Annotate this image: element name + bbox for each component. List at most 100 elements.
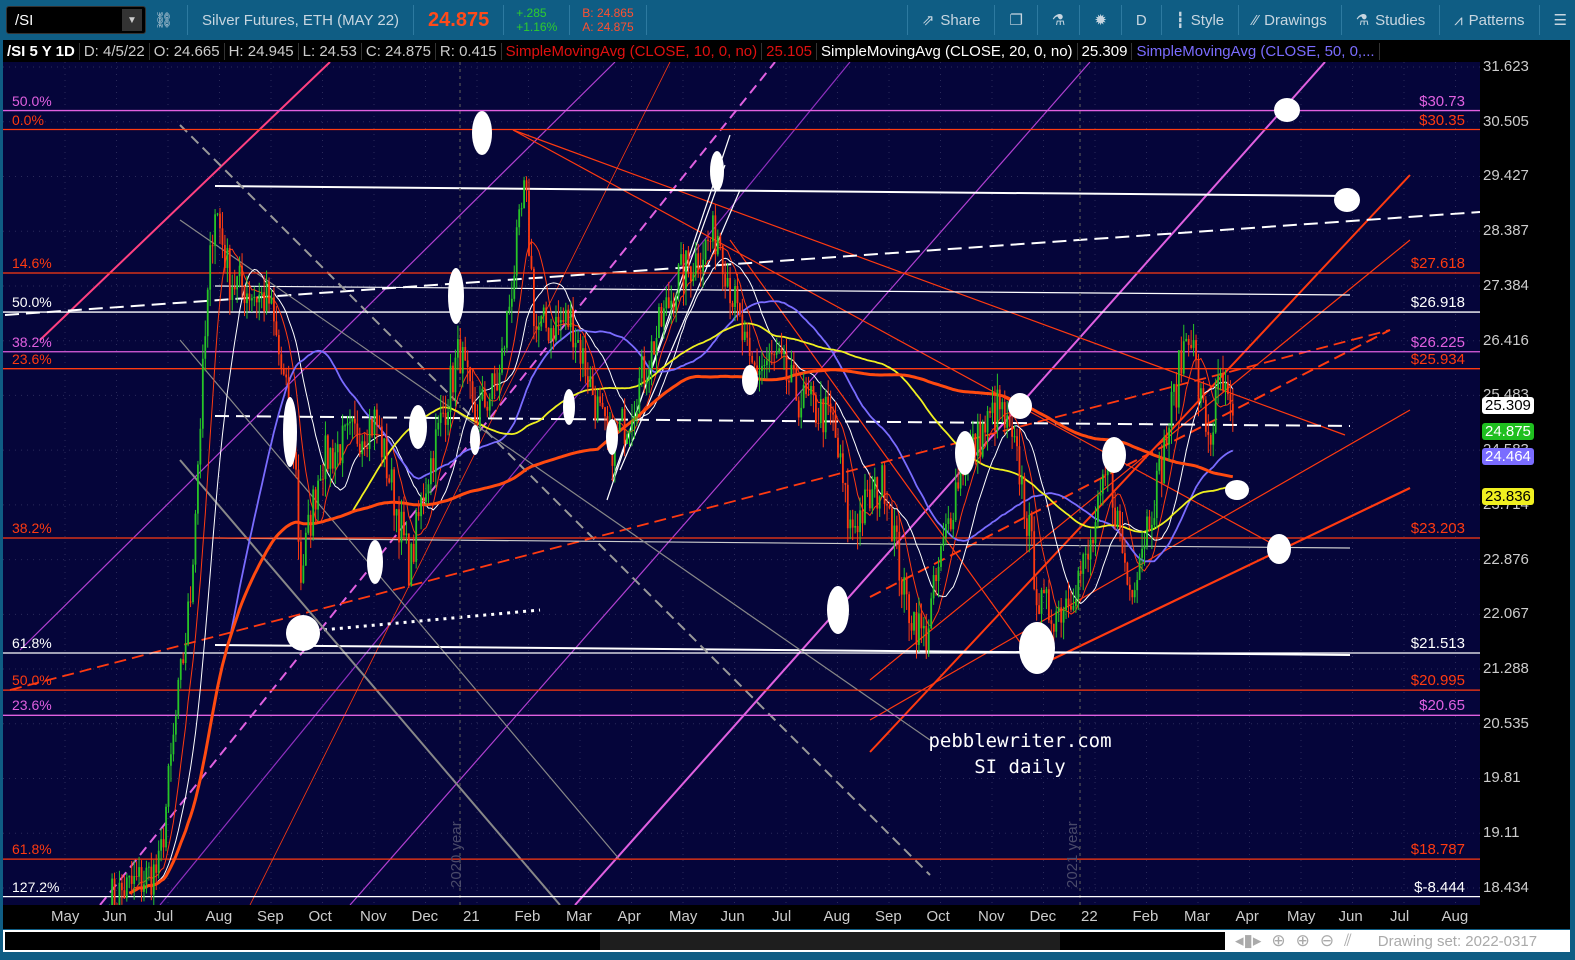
pivot-marker[interactable] xyxy=(470,425,480,455)
candle-body xyxy=(591,376,594,396)
candle-body xyxy=(432,458,435,472)
pivot-marker[interactable] xyxy=(955,431,975,475)
candle-body xyxy=(113,878,116,905)
candle-body xyxy=(1182,341,1185,374)
time-tick: Nov xyxy=(978,908,1005,925)
fib-level-pct: 50.0% xyxy=(12,672,52,689)
candle-body xyxy=(861,510,864,524)
candle-body xyxy=(768,352,771,361)
pivot-marker[interactable] xyxy=(1008,393,1032,419)
fib-level-price: $26.225 xyxy=(1410,333,1465,351)
candle-body xyxy=(925,625,928,651)
candle-body xyxy=(677,264,680,297)
candle-body xyxy=(459,339,462,374)
candle-body xyxy=(442,412,445,414)
candle-body xyxy=(1116,510,1119,527)
candle-body xyxy=(356,423,359,444)
pivot-marker[interactable] xyxy=(283,397,297,467)
scroll-track[interactable] xyxy=(5,932,1225,950)
time-tick: May xyxy=(51,908,80,925)
pivot-marker[interactable] xyxy=(1267,534,1291,564)
candle-body xyxy=(577,339,579,343)
pivot-marker[interactable] xyxy=(448,268,464,324)
menu-icon[interactable]: ☰ xyxy=(1546,11,1575,29)
pivot-marker[interactable] xyxy=(1334,188,1360,212)
time-tick: Feb xyxy=(1132,908,1159,925)
candle-body xyxy=(1082,554,1085,574)
candle-body xyxy=(403,511,405,536)
crosshair-icon[interactable]: ⊕ xyxy=(1271,931,1285,951)
candle-body xyxy=(491,373,494,400)
candle-body xyxy=(366,447,369,450)
candle-body xyxy=(420,496,422,517)
pivot-marker[interactable] xyxy=(1274,98,1300,122)
candle-body xyxy=(111,878,113,905)
candle-body xyxy=(594,395,597,420)
candle-body xyxy=(658,307,660,339)
price-tick: 18.434 xyxy=(1483,879,1529,896)
candle-body xyxy=(243,285,246,304)
drawing-set-selector[interactable]: Drawing set: 2022-0317 xyxy=(1378,933,1537,950)
candle-body xyxy=(322,478,324,480)
candle-body xyxy=(285,374,288,378)
candle-body xyxy=(778,348,781,352)
candle-body xyxy=(273,297,275,322)
candle-body xyxy=(748,337,751,356)
pivot-marker[interactable] xyxy=(367,540,383,584)
candle-body xyxy=(743,331,746,340)
price-badge: 24.464 xyxy=(1482,448,1534,466)
pivot-marker[interactable] xyxy=(286,615,320,651)
pivot-marker[interactable] xyxy=(1019,622,1055,674)
scrollbar[interactable]: ◂▮▸ ⊕ ⊕ ⊖ ⫽ Drawing set: 2022-0317 xyxy=(3,930,1570,952)
candle-body xyxy=(383,438,386,458)
candle-body xyxy=(1016,436,1018,447)
price-chart[interactable] xyxy=(0,0,1480,905)
candle-body xyxy=(170,754,172,766)
candle-body xyxy=(1158,458,1161,471)
candle-body xyxy=(255,296,258,303)
time-axis[interactable]: May Jun Jul Aug Sep Oct Nov Dec 21 Feb Mar Apr May Ju… xyxy=(3,905,1570,929)
time-tick: Jun xyxy=(102,908,127,925)
pan-icon[interactable]: ◂▮▸ xyxy=(1235,931,1261,951)
candle-body xyxy=(532,268,535,327)
candle-body xyxy=(994,402,996,431)
candle-body xyxy=(1025,518,1028,536)
pivot-marker[interactable] xyxy=(409,405,427,449)
candle-body xyxy=(270,297,273,304)
candle-body xyxy=(388,478,391,483)
candle-body xyxy=(827,396,830,404)
fib-level-price: $30.73 xyxy=(1419,92,1465,110)
candle-body xyxy=(557,316,560,323)
candle-body xyxy=(407,533,410,586)
candle-body xyxy=(349,421,351,424)
scroll-thumb[interactable] xyxy=(600,932,1060,950)
zoom-in-icon[interactable]: ⊕ xyxy=(1296,931,1310,951)
candle-body xyxy=(991,402,994,414)
fib-level-price: $25.934 xyxy=(1410,350,1465,368)
candle-body xyxy=(542,307,545,317)
zoom-out-icon[interactable]: ⊖ xyxy=(1320,931,1334,951)
candle-body xyxy=(192,564,194,603)
candle-body xyxy=(123,890,126,899)
pivot-marker[interactable] xyxy=(472,111,492,155)
candle-body xyxy=(179,659,182,680)
candle-body xyxy=(1072,605,1075,610)
candle-body xyxy=(908,594,911,624)
pivot-marker[interactable] xyxy=(563,389,575,425)
candle-body xyxy=(895,525,898,532)
candle-body xyxy=(172,734,175,755)
drawing-tool-icon[interactable]: ⫽ xyxy=(1344,931,1352,951)
candle-body xyxy=(189,601,192,603)
price-axis[interactable]: 31.623 30.505 29.427 28.387 27.384 26.416 25.4… xyxy=(1480,40,1570,908)
pivot-marker[interactable] xyxy=(827,586,849,634)
pivot-marker[interactable] xyxy=(710,151,724,191)
candle-body xyxy=(518,209,521,228)
candle-body xyxy=(589,376,592,388)
pivot-marker[interactable] xyxy=(742,365,758,395)
pivot-marker[interactable] xyxy=(606,419,618,455)
pivot-marker[interactable] xyxy=(1102,437,1126,473)
fib-level-pct: 50.0% xyxy=(12,294,52,311)
candle-body xyxy=(219,213,221,229)
pivot-marker[interactable] xyxy=(1225,480,1249,500)
candle-body xyxy=(569,308,572,328)
